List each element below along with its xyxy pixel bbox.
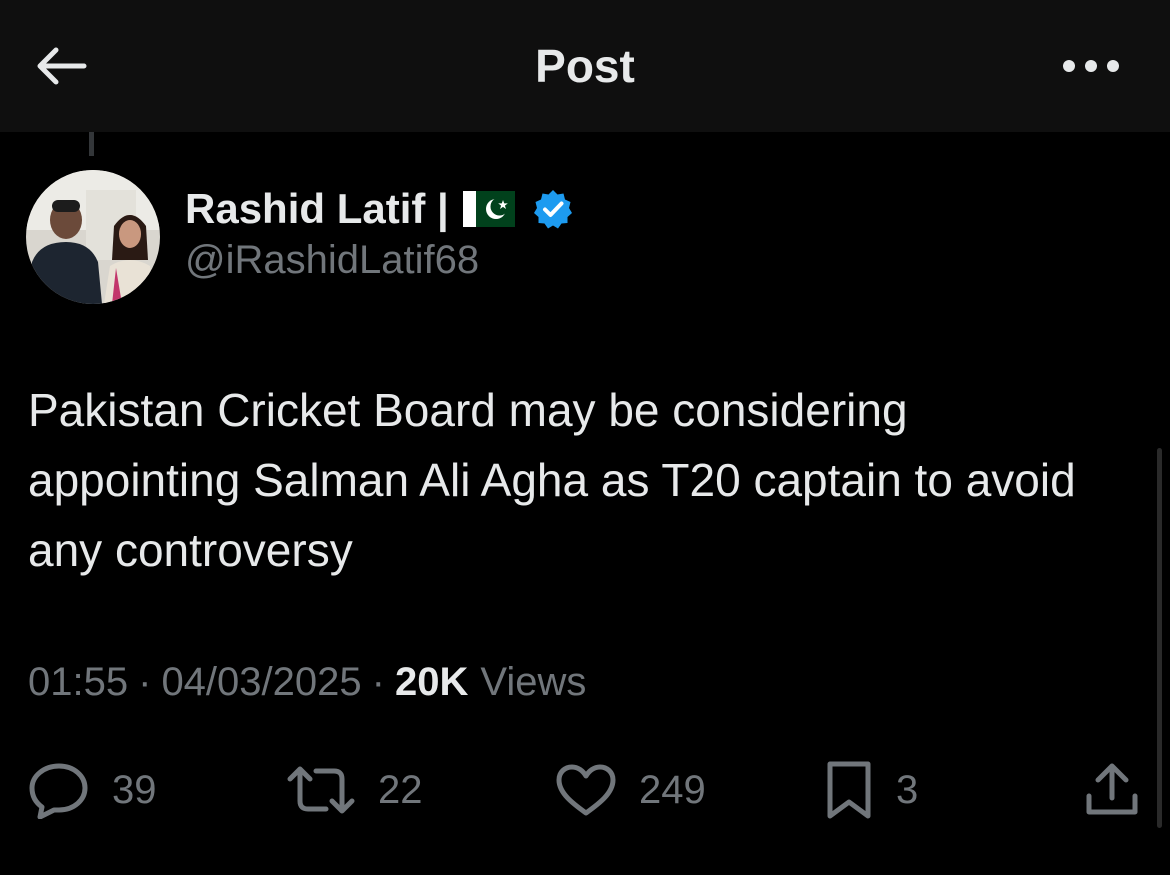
- scrollbar[interactable]: [1157, 448, 1162, 828]
- like-button[interactable]: 249: [555, 750, 706, 830]
- post-page: Post Rashid Latif | @iRashidLatif68 Paki…: [0, 0, 1170, 875]
- author-name: Rashid Latif |: [185, 185, 449, 232]
- tweet-date[interactable]: 04/03/2025: [161, 660, 361, 705]
- repost-button[interactable]: 22: [286, 750, 423, 830]
- tweet-text: Pakistan Cricket Board may be considerin…: [28, 384, 1076, 576]
- share-button[interactable]: [1084, 750, 1140, 830]
- tweet-time[interactable]: 01:55: [28, 660, 128, 705]
- pakistan-flag-icon: [462, 191, 515, 227]
- more-horizontal-icon: [1063, 60, 1119, 72]
- bookmark-icon: [827, 761, 871, 819]
- verified-badge-icon[interactable]: [533, 189, 573, 229]
- views-count[interactable]: 20K: [395, 660, 468, 705]
- thread-connector-line: [89, 132, 94, 156]
- meta-separator: ·: [371, 660, 385, 704]
- action-bar: 39 22 249 3: [0, 750, 1170, 830]
- reply-count: 39: [112, 767, 157, 812]
- repost-count: 22: [378, 767, 423, 812]
- heart-icon: [556, 764, 616, 816]
- top-bar: Post: [0, 0, 1170, 132]
- author-handle[interactable]: @iRashidLatif68: [185, 238, 479, 283]
- page-title: Post: [535, 40, 635, 92]
- views-label[interactable]: Views: [480, 660, 586, 705]
- reply-button[interactable]: 39: [28, 750, 157, 830]
- reply-icon: [29, 763, 88, 819]
- bookmark-count: 3: [896, 767, 919, 812]
- tweet-meta: 01:55 · 04/03/2025 · 20K Views: [28, 660, 586, 705]
- back-button[interactable]: [28, 38, 92, 94]
- avatar[interactable]: [26, 170, 160, 304]
- repost-icon: [287, 766, 355, 814]
- author-name-row[interactable]: Rashid Latif |: [185, 180, 573, 238]
- more-options-button[interactable]: [1056, 40, 1126, 92]
- arrow-left-icon: [37, 47, 87, 85]
- share-icon: [1086, 763, 1138, 815]
- bookmark-button[interactable]: 3: [824, 750, 918, 830]
- meta-separator: ·: [138, 660, 152, 704]
- like-count: 249: [639, 767, 706, 812]
